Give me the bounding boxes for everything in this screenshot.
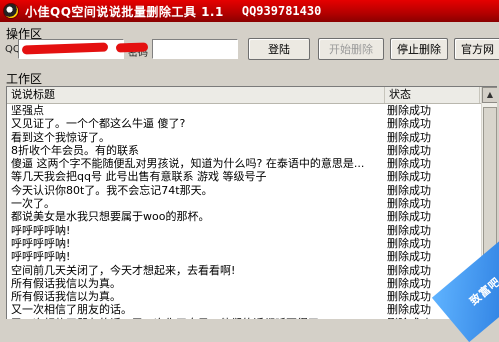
post-title: 所有假话我信以为真。 xyxy=(11,276,121,290)
title-bar: 小佳QQ空间说说批量删除工具 1.1 QQ939781430 xyxy=(0,0,499,22)
post-status: 删除成功 xyxy=(387,183,431,197)
list-rows: 坚强点 删除成功 又见证了。一个个都这么牛逼 傻了? 删除成功 看到这个我惊讶了。 删除成… xyxy=(7,104,481,319)
list-item[interactable]: 8折收个年会员。有的联系 删除成功 xyxy=(7,144,481,157)
post-title: 又一次相信了朋友的话。 xyxy=(11,303,132,317)
post-status: 删除成功 xyxy=(387,104,431,117)
list-item[interactable]: 傻逼 这两个字不能随便乱对男孩说，知道为什么吗? 在泰语中的意思是... 删除成功 xyxy=(7,157,481,170)
post-title: 都说美女是水我只想要属于woo的那杯。 xyxy=(11,210,210,224)
post-status: 删除成功 xyxy=(387,130,431,144)
list-item[interactable]: 看到这个我惊讶了。 删除成功 xyxy=(7,131,481,144)
post-status: 删除成功 xyxy=(387,223,431,237)
post-title: 又见证了。一个个都这么牛逼 傻了? xyxy=(11,117,186,131)
list-item[interactable]: 等几天我会把qq号 此号出售有意联系 游戏 等级号子 删除成功 xyxy=(7,170,481,183)
post-title: 呼呼呼呼呐! xyxy=(11,223,71,237)
posts-list[interactable]: 说说标题 状态 坚强点 删除成功 又见证了。一个个都这么牛逼 傻了? 删除成功 看到这个… xyxy=(6,86,497,319)
post-title: 呼呼呼呼呐! xyxy=(11,250,71,264)
password-redaction-mark xyxy=(115,42,149,53)
list-item[interactable]: 所有假话我信以为真。 删除成功 xyxy=(7,277,481,290)
list-item[interactable]: 今天认识你80t了。我不会忘记74t那天。 删除成功 xyxy=(7,184,481,197)
column-header-status[interactable]: 状态 xyxy=(385,87,480,103)
list-header: 说说标题 状态 xyxy=(7,87,497,104)
post-status: 删除成功 xyxy=(387,170,431,184)
post-title: 空间前几天关闭了，今天才想起来，去看看啊! xyxy=(11,263,236,277)
post-title: 所有假话我信以为真。 xyxy=(11,290,121,304)
window-qq-number: QQ939781430 xyxy=(241,4,322,18)
list-item[interactable]: 空间前几天关闭了，今天才想起来，去看看啊! 删除成功 xyxy=(7,264,481,277)
work-group-label: 工作区 xyxy=(6,72,43,86)
post-title: 坚强点 xyxy=(11,104,44,117)
post-title: 今天认识你80t了。我不会忘记74t那天。 xyxy=(11,183,213,197)
list-item[interactable]: 坚强点 删除成功 xyxy=(7,104,481,117)
app-icon xyxy=(3,3,19,19)
list-item[interactable]: 呼呼呼呼呐! 删除成功 xyxy=(7,250,481,263)
post-status: 删除成功 xyxy=(387,117,431,131)
post-status: 删除成功 xyxy=(387,250,431,264)
list-item[interactable]: 都说美女是水我只想要属于woo的那杯。 删除成功 xyxy=(7,210,481,223)
post-status: 删除成功 xyxy=(387,157,431,171)
column-header-title[interactable]: 说说标题 xyxy=(7,87,385,103)
list-item[interactable]: 又见证了。一个个都这么牛逼 傻了? 删除成功 xyxy=(7,117,481,130)
password-input[interactable] xyxy=(152,39,238,59)
post-title: 8折收个年会员。有的联系 xyxy=(11,143,139,157)
post-status: 删除成功 xyxy=(387,143,431,157)
stop-delete-button[interactable]: 停止删除 xyxy=(390,38,448,60)
post-title: 傻逼 这两个字不能随便乱对男孩说，知道为什么吗? 在泰语中的意思是... xyxy=(11,157,365,171)
post-title: 呼呼呼呼呐! xyxy=(11,236,71,250)
list-item[interactable]: 所有假话我信以为真。 删除成功 xyxy=(7,290,481,303)
post-title: 一次了。 xyxy=(11,197,55,211)
login-button[interactable]: 登陆 xyxy=(248,38,310,60)
list-item[interactable]: 又一次相信了朋友的话。 删除成功 xyxy=(7,303,481,316)
post-status: 删除成功 xyxy=(387,197,431,211)
list-item[interactable]: 一次了。 删除成功 xyxy=(7,197,481,210)
post-title: 看到这个我惊讶了。 xyxy=(11,130,110,144)
window-title: 小佳QQ空间说说批量删除工具 1.1 xyxy=(25,4,224,19)
list-item[interactable]: 呼呼呼呼呐! 删除成功 xyxy=(7,237,481,250)
list-item[interactable]: 呼呼呼呼呐! 删除成功 xyxy=(7,224,481,237)
post-title: 等几天我会把qq号 此号出售有意联系 游戏 等级号子 xyxy=(11,170,267,184)
official-site-button[interactable]: 官方网 xyxy=(454,38,499,60)
start-delete-button[interactable]: 开始删除 xyxy=(318,38,384,60)
post-status: 删除成功 xyxy=(387,236,431,250)
scroll-thumb[interactable] xyxy=(483,107,497,257)
post-status: 删除成功 xyxy=(387,210,431,224)
scroll-up-icon[interactable]: ▲ xyxy=(482,87,497,103)
